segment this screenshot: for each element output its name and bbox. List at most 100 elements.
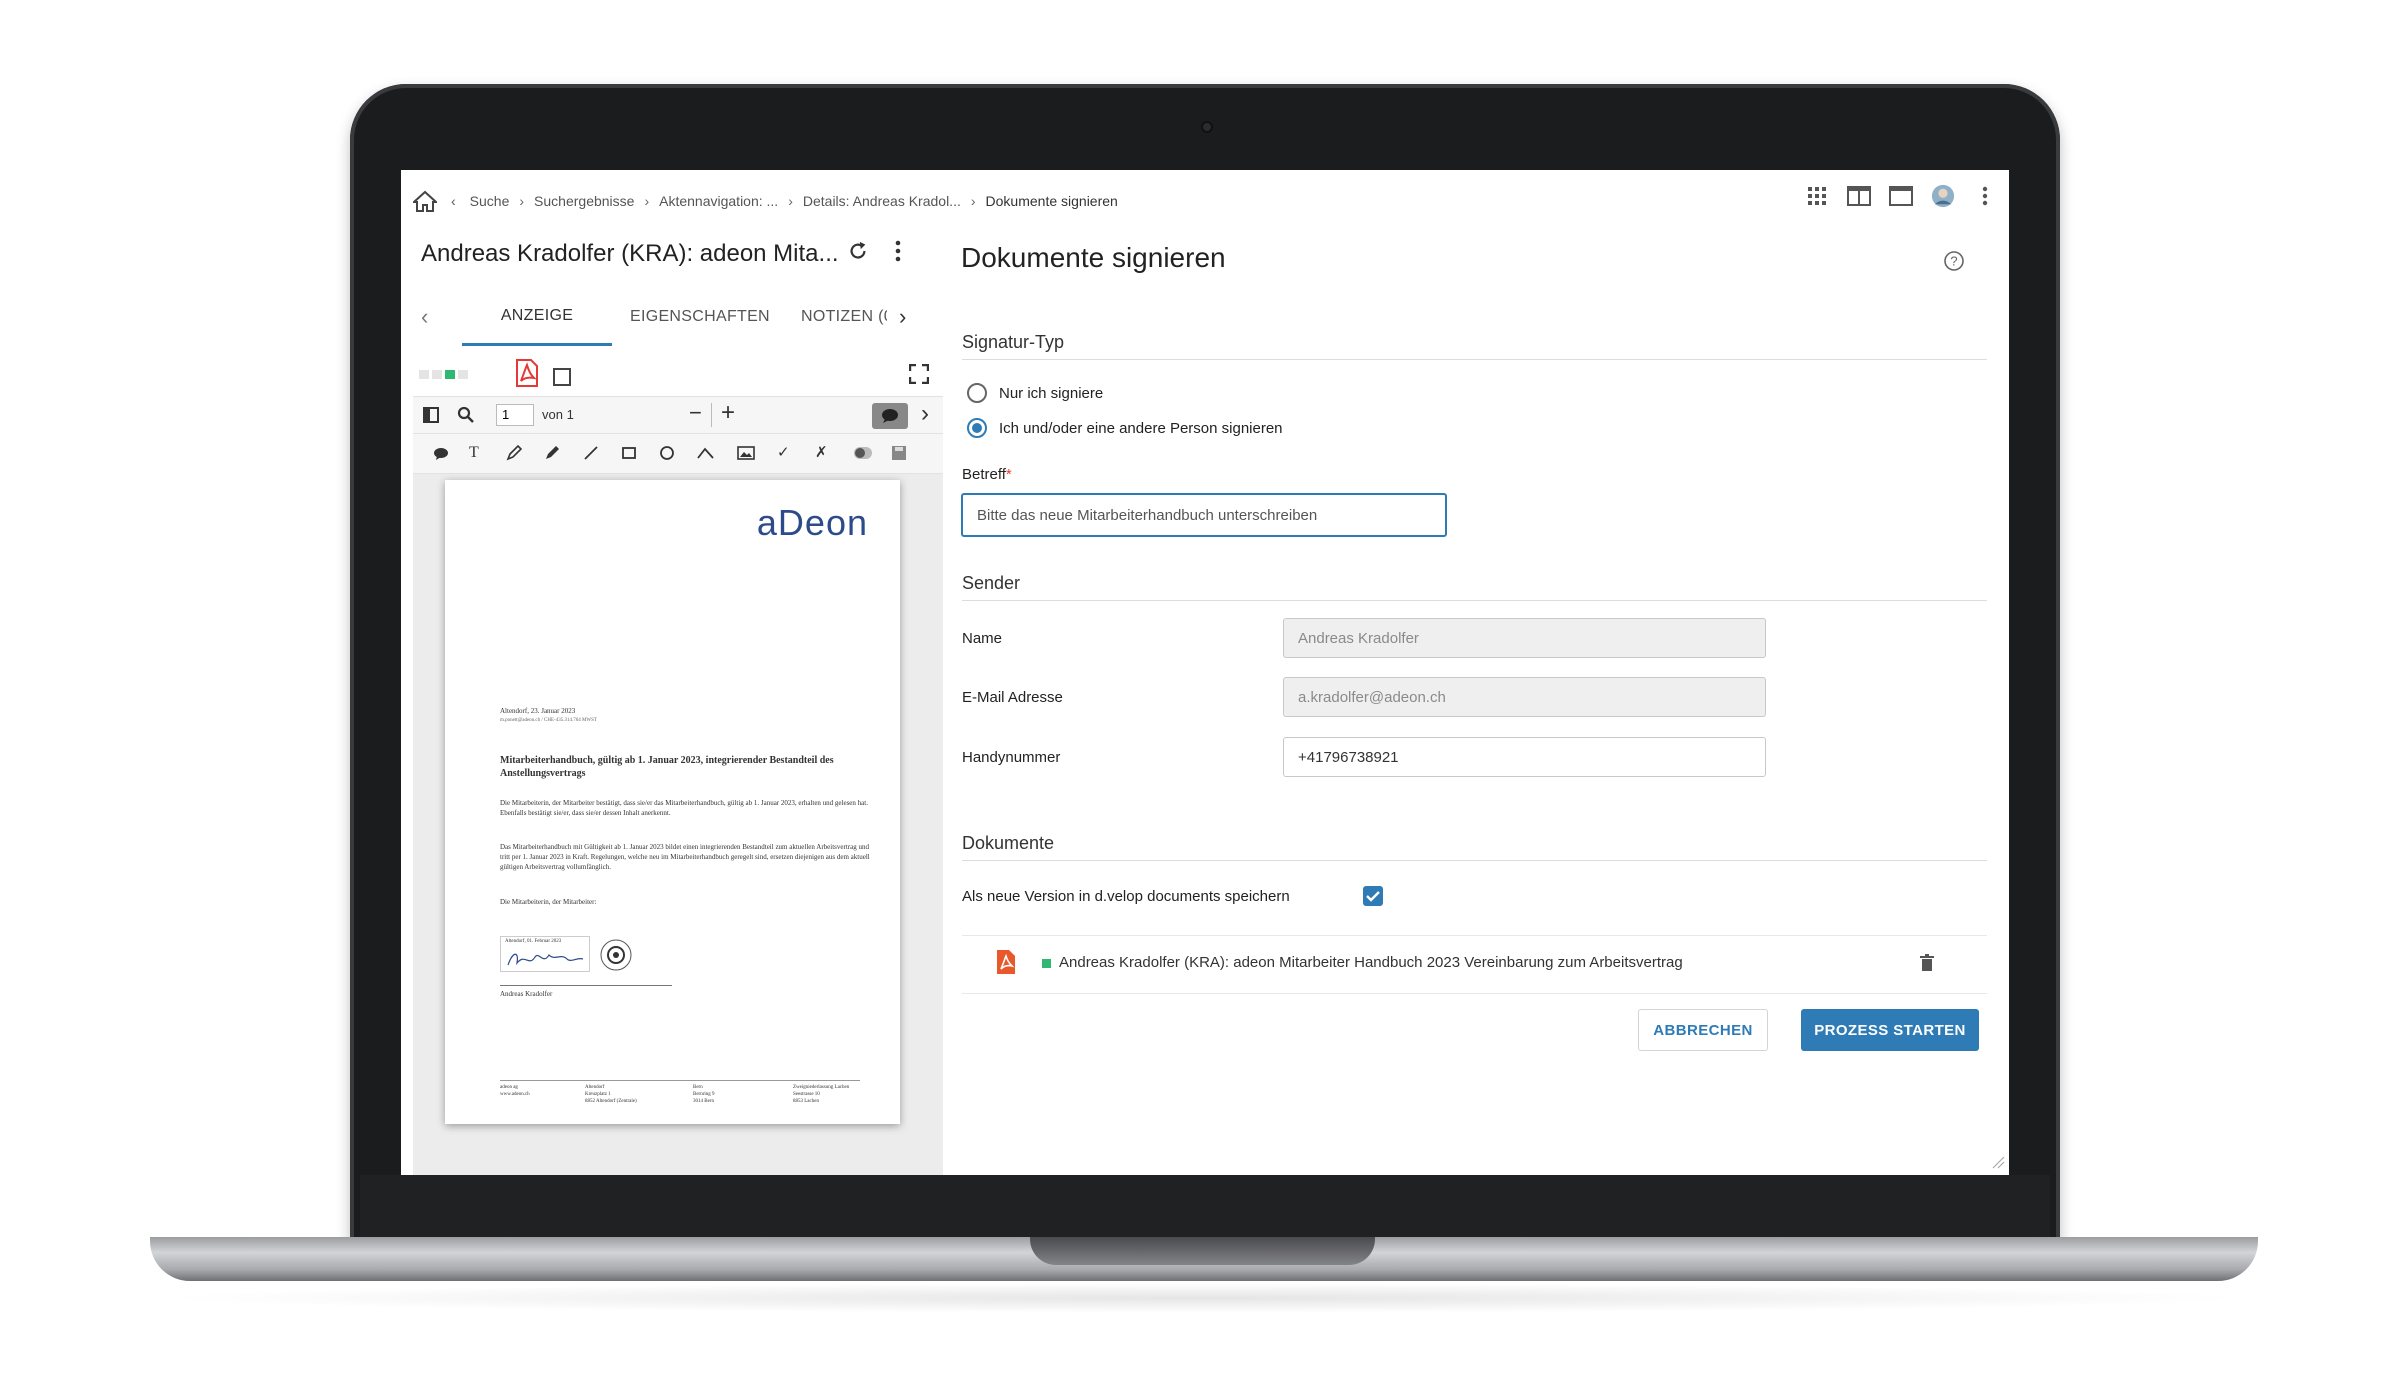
apps-grid-icon[interactable] — [1805, 184, 1829, 208]
annotation-toolbar: T ✓ ✗ — [413, 434, 943, 474]
sidebar-toggle-icon[interactable] — [423, 407, 439, 423]
save-version-label: Als neue Version in d.velop documents sp… — [962, 888, 1290, 905]
camera — [1201, 121, 1213, 133]
pdf-signer-name: Andreas Kradolfer — [500, 990, 553, 998]
status-indicator — [1042, 959, 1051, 968]
refresh-icon[interactable] — [847, 240, 869, 262]
section-title-sender: Sender — [962, 573, 1021, 593]
chevron-right-icon: › — [970, 193, 976, 209]
subject-input[interactable]: Bitte das neue Mitarbeiterhandbuch unter… — [961, 493, 1447, 537]
search-icon[interactable] — [457, 406, 475, 424]
laptop-bezel — [360, 1175, 2050, 1238]
breadcrumb: ‹ Suche › Suchergebnisse › Aktennavigati… — [413, 186, 1118, 216]
rectangle-tool-icon[interactable] — [621, 445, 637, 461]
more-vert-icon[interactable] — [895, 240, 901, 262]
help-icon[interactable]: ? — [1943, 250, 1965, 272]
fullscreen-icon[interactable] — [909, 364, 929, 384]
pen-icon[interactable] — [506, 445, 522, 461]
tabs-next-icon[interactable]: › — [899, 288, 923, 346]
split-view-icon[interactable] — [1847, 184, 1871, 208]
toolbar-next-icon[interactable]: › — [921, 400, 929, 428]
chevron-left-icon[interactable]: ‹ — [451, 193, 456, 209]
pdf-logo: aDeon — [756, 502, 868, 543]
laptop-notch — [1030, 1237, 1375, 1265]
pdf-heading: Mitarbeiterhandbuch, gültig ab 1. Januar… — [500, 755, 834, 779]
cross-tool-icon[interactable]: ✗ — [815, 443, 828, 461]
window-icon[interactable] — [1889, 184, 1913, 208]
pdf-signature-date: Altendorf, 01. Februar 2023 — [505, 939, 562, 944]
signature-line — [500, 985, 672, 986]
email-label: E-Mail Adresse — [962, 689, 1063, 706]
viewer-status-row — [417, 356, 929, 392]
breadcrumb-item[interactable]: Details: Andreas Kradol... — [803, 193, 961, 209]
pdf-footer-col: Zweigniederlassung Lachen Seestrasse 10 88… — [793, 1085, 850, 1104]
more-vert-icon[interactable] — [1973, 184, 1997, 208]
pdf-paragraph: Das Mitarbeiterhandbuch mit Gültigkeit a… — [500, 843, 870, 871]
select-checkbox[interactable] — [553, 368, 571, 386]
radio-label: Nur ich signiere — [999, 384, 1104, 402]
chevron-right-icon: › — [644, 193, 650, 209]
breadcrumb-item[interactable]: Suchergebnisse — [534, 193, 634, 209]
resize-handle-icon[interactable] — [1991, 1155, 2005, 1169]
document-list-item[interactable]: Andreas Kradolfer (KRA): adeon Mitarbeit… — [962, 936, 1987, 992]
tabs-prev-icon[interactable]: ‹ — [421, 288, 451, 346]
radio-only-me[interactable]: Nur ich signiere — [967, 383, 1103, 403]
pdf-footer-col: Bern Bernring 9 3014 Bern — [693, 1085, 715, 1104]
divider — [962, 359, 1987, 360]
image-tool-icon[interactable] — [737, 445, 755, 461]
laptop-shadow — [150, 1283, 2258, 1313]
highlighter-icon[interactable] — [544, 445, 560, 461]
radio-button-selected[interactable] — [967, 418, 987, 438]
handwritten-signature — [507, 953, 584, 966]
section-title-documents: Dokumente — [962, 833, 1055, 853]
radio-me-and-others[interactable]: Ich und/oder eine andere Person signiere… — [967, 418, 1283, 438]
home-icon[interactable] — [413, 190, 437, 212]
page-total-label: von 1 — [542, 407, 574, 422]
breadcrumb-item[interactable]: Suche — [470, 193, 510, 209]
save-version-checkbox[interactable] — [1363, 886, 1383, 906]
cancel-button[interactable]: ABBRECHEN — [1638, 1009, 1768, 1051]
radio-label: Ich und/oder eine andere Person signiere… — [999, 419, 1283, 437]
polyline-tool-icon[interactable] — [697, 445, 715, 461]
avatar[interactable] — [1931, 184, 1955, 208]
tab-anzeige[interactable]: ANZEIGE — [462, 288, 612, 346]
tab-notizen[interactable]: NOTIZEN (0) — [801, 288, 887, 346]
ellipse-tool-icon[interactable] — [659, 445, 675, 461]
pdf-signature-box: Altendorf, 01. Februar 2023 — [500, 936, 590, 972]
radio-button[interactable] — [967, 383, 987, 403]
divider — [962, 600, 1987, 601]
start-process-button[interactable]: PROZESS STARTEN — [1801, 1009, 1979, 1051]
comment-toggle-icon[interactable] — [872, 403, 908, 429]
name-label: Name — [962, 630, 1003, 647]
required-mark: * — [1005, 466, 1012, 483]
divider — [962, 860, 1987, 861]
line-tool-icon[interactable] — [583, 445, 599, 461]
name-field[interactable]: Andreas Kradolfer — [1283, 618, 1766, 658]
tab-eigenschaften[interactable]: EIGENSCHAFTEN — [630, 288, 770, 346]
text-tool-icon[interactable]: T — [469, 444, 479, 462]
breadcrumb-current: Dokumente signieren — [985, 193, 1118, 209]
zoom-in-icon[interactable]: + — [721, 399, 735, 427]
document-actions — [847, 240, 901, 262]
pdf-place-date: Altendorf, 23. Januar 2023 — [500, 707, 576, 715]
comment-icon[interactable] — [433, 447, 449, 461]
divider — [962, 993, 1987, 994]
pdf-footer-col: Altendorf Kreuzplatz 1 8852 Altendorf (Zen… — [585, 1085, 637, 1104]
pdf-paragraph: Die Mitarbeiterin, der Mitarbeiter: — [500, 898, 597, 906]
page-number-input[interactable]: 1 — [496, 404, 534, 426]
pdf-footer-line — [500, 1080, 860, 1081]
pdf-ref-line: m.ponett@adeon.ch / CHE-435.314.764 MWST — [500, 718, 597, 723]
form-title: Dokumente signieren — [961, 242, 1226, 273]
delete-icon[interactable] — [1920, 954, 1934, 972]
document-name: Andreas Kradolfer (KRA): adeon Mitarbeit… — [1059, 954, 1683, 971]
breadcrumb-item[interactable]: Aktennavigation: ... — [659, 193, 778, 209]
zoom-out-icon[interactable]: − — [689, 400, 702, 426]
toggle-annotations-icon[interactable] — [853, 446, 873, 460]
save-icon[interactable] — [891, 445, 907, 461]
email-field[interactable]: a.kradolfer@adeon.ch — [1283, 677, 1766, 717]
pdf-page[interactable]: aDeon Altendorf, 23. Januar 2023 m.ponet… — [445, 480, 900, 1124]
app-screen: ‹ Suche › Suchergebnisse › Aktennavigati… — [401, 170, 2009, 1175]
phone-field[interactable]: +41796738921 — [1283, 737, 1766, 777]
pdf-paragraph: Die Mitarbeiterin, der Mitarbeiter bestä… — [500, 799, 868, 817]
check-tool-icon[interactable]: ✓ — [777, 443, 790, 461]
